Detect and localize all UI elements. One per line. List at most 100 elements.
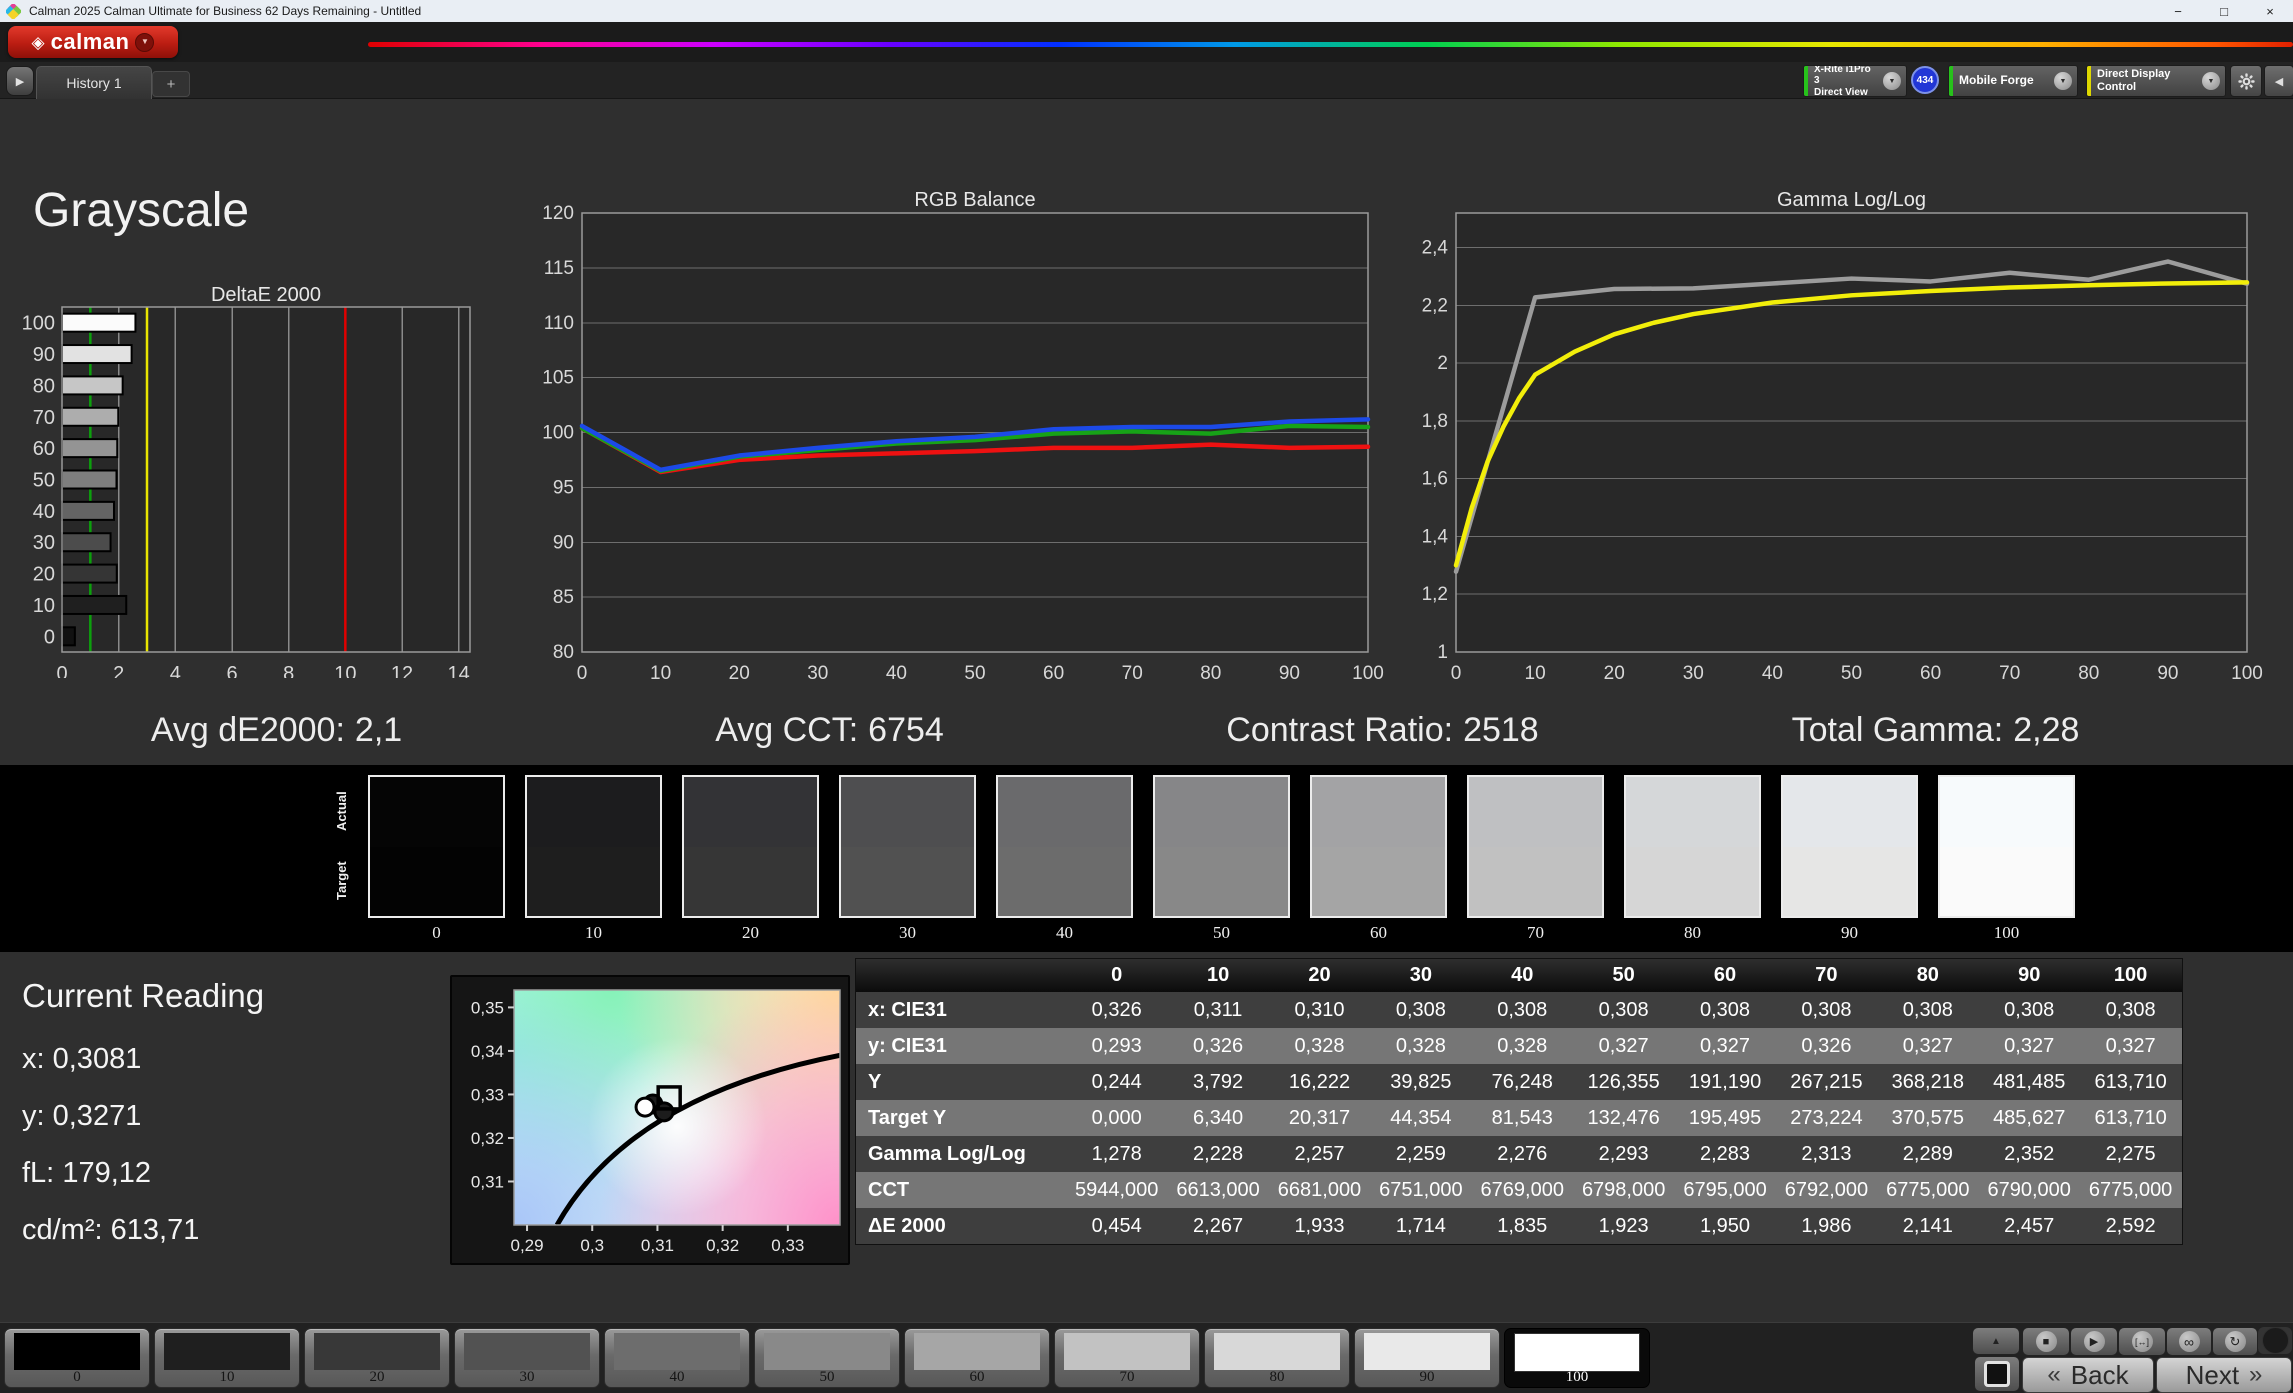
meter-dropdown[interactable]: X-Rite i1Pro 3 Direct View ▼ bbox=[1803, 65, 1907, 97]
play-button[interactable]: ▶ bbox=[2070, 1327, 2118, 1356]
pattern-patch-button-20[interactable]: 20 bbox=[304, 1328, 450, 1388]
contrast-ratio-stat: Contrast Ratio: 2518 bbox=[1226, 710, 1539, 749]
next-button[interactable]: Next » bbox=[2156, 1357, 2292, 1393]
table-row: Target Y 0,000 6,340 20,317 44,354 81,543 132,… bbox=[856, 1100, 2182, 1136]
axis-tick-label: 60 bbox=[1920, 663, 1941, 684]
deltae-bar-90 bbox=[61, 344, 133, 365]
logo-dropdown-icon: ▼ bbox=[135, 32, 155, 52]
display-control-dropdown[interactable]: Direct Display Control ▼ bbox=[2086, 65, 2226, 97]
stop-icon: ■ bbox=[2042, 1335, 2050, 1348]
maximize-button[interactable]: □ bbox=[2201, 0, 2247, 22]
status-light-icon bbox=[2261, 1327, 2289, 1354]
table-cell: 0,326 bbox=[1193, 1034, 1244, 1057]
table-cell: 0,327 bbox=[1598, 1034, 1649, 1057]
axis-tick-label: 0,32 bbox=[706, 1236, 739, 1255]
close-button[interactable]: × bbox=[2247, 0, 2293, 22]
add-tab-button[interactable]: + bbox=[152, 71, 190, 97]
table-cell: 6790,000 bbox=[1987, 1178, 2071, 1201]
table-cell: 0,308 bbox=[2004, 998, 2055, 1021]
patch-swatch bbox=[1364, 1333, 1490, 1370]
axis-tick-label: 2,4 bbox=[1422, 238, 1449, 259]
table-cell: 2,257 bbox=[1294, 1142, 1345, 1165]
pattern-source-dropdown[interactable]: Mobile Forge ▼ bbox=[1948, 65, 2078, 97]
axis-tick-label: 85 bbox=[553, 587, 574, 608]
swatch-actual bbox=[527, 777, 660, 847]
sidebar-expander-button[interactable]: ▶ bbox=[6, 66, 34, 96]
meter-name: X-Rite i1Pro 3 bbox=[1814, 65, 1871, 87]
table-col-header-80: 80 bbox=[1916, 964, 1939, 986]
continuous-measure-button[interactable]: ∞ bbox=[2166, 1327, 2212, 1356]
calman-menu-button[interactable]: ◈ calman ▼ bbox=[8, 26, 178, 58]
table-cell: 2,289 bbox=[1902, 1142, 1953, 1165]
settings-button[interactable] bbox=[2230, 65, 2262, 97]
patch-label: 80 bbox=[1269, 1369, 1285, 1385]
gray-swatch-70 bbox=[1467, 775, 1604, 918]
stop-button[interactable]: ■ bbox=[2022, 1327, 2070, 1356]
table-corner-cell bbox=[856, 959, 1066, 992]
panel-up-button[interactable]: ▲ bbox=[1972, 1327, 2020, 1355]
up-arrow-icon: ▲ bbox=[1991, 1335, 2001, 1347]
axis-tick-label: 20 bbox=[1604, 663, 1625, 684]
collapse-panel-button[interactable]: ◀ bbox=[2264, 65, 2293, 97]
refresh-icon: ↻ bbox=[2229, 1333, 2241, 1349]
swatch-actual bbox=[998, 777, 1131, 847]
pattern-patch-button-90[interactable]: 90 bbox=[1354, 1328, 1500, 1388]
pattern-patch-button-60[interactable]: 60 bbox=[904, 1328, 1050, 1388]
table-row: Gamma Log/Log 1,278 2,228 2,257 2,259 2,276 2,… bbox=[856, 1136, 2182, 1172]
table-col-header-90: 90 bbox=[2018, 964, 2041, 986]
pattern-bar: 0 10 20 30 40 50 60 70 80 90 100 ▲ ■ ▶ [↔] ∞ ↻ « B… bbox=[0, 1322, 2293, 1393]
table-cell: 0,293 bbox=[1091, 1034, 1142, 1057]
grayscale-swatch-strip: Actual Target 0 10 20 30 40 50 60 70 80 90 100 bbox=[0, 765, 2293, 952]
pattern-patch-button-10[interactable]: 10 bbox=[154, 1328, 300, 1388]
deltae-bar-60 bbox=[61, 438, 119, 459]
swatch-level-label: 20 bbox=[742, 923, 759, 942]
refresh-button[interactable]: ↻ bbox=[2212, 1327, 2258, 1356]
meter-status-accent bbox=[1804, 66, 1808, 96]
gray-swatch-0 bbox=[368, 775, 505, 918]
chevron-down-icon: ▼ bbox=[2054, 72, 2072, 90]
pattern-patch-button-80[interactable]: 80 bbox=[1204, 1328, 1350, 1388]
deltae-bar-80 bbox=[61, 375, 124, 396]
table-row: y: CIE31 0,293 0,326 0,328 0,328 0,328 0,327 0,… bbox=[856, 1028, 2182, 1064]
pattern-patch-button-100[interactable]: 100 bbox=[1504, 1328, 1650, 1388]
pattern-patch-button-0[interactable]: 0 bbox=[4, 1328, 150, 1388]
axis-tick-label: 1 bbox=[1437, 642, 1448, 663]
axis-tick-label: 0 bbox=[577, 663, 588, 684]
axis-tick-label: 70 bbox=[1122, 663, 1143, 684]
minimize-button[interactable]: − bbox=[2155, 0, 2201, 22]
table-cell: 1,933 bbox=[1294, 1214, 1345, 1237]
swatch-level-label: 80 bbox=[1684, 923, 1701, 942]
table-cell: 2,141 bbox=[1902, 1214, 1953, 1237]
axis-tick-label: 60 bbox=[33, 438, 55, 460]
pattern-patch-button-40[interactable]: 40 bbox=[604, 1328, 750, 1388]
axis-tick-label: 80 bbox=[553, 642, 574, 663]
cie-chart: 0,31 0,32 0,33 0,34 0,35 0,29 0,3 0,31 0,32 0,33 bbox=[450, 975, 850, 1265]
deltae-chart: DeltaE 2000 0 2 4 6 8 10 12 14 100 90 80 70 60 50 40 30… bbox=[20, 278, 490, 685]
pattern-window-button[interactable] bbox=[1974, 1356, 2020, 1392]
back-button[interactable]: « Back bbox=[2022, 1357, 2154, 1393]
cie-chart-svg: 0,31 0,32 0,33 0,34 0,35 0,29 0,3 0,31 0,32 0,33 bbox=[471, 989, 841, 1255]
table-cell: 76,248 bbox=[1491, 1070, 1553, 1093]
pattern-size-button[interactable]: [↔] bbox=[2118, 1327, 2166, 1356]
table-row-label: Y bbox=[868, 1070, 882, 1093]
patch-swatch bbox=[314, 1333, 440, 1370]
tab-history-1[interactable]: History 1 bbox=[36, 66, 152, 99]
swatch-level-label: 40 bbox=[1056, 923, 1073, 942]
swatch-actual bbox=[1312, 777, 1445, 847]
deltae-bar-100 bbox=[61, 312, 137, 333]
swatch-target bbox=[998, 846, 1131, 916]
pattern-patch-button-30[interactable]: 30 bbox=[454, 1328, 600, 1388]
axis-tick-label: 0,31 bbox=[471, 1172, 504, 1191]
table-cell: 0,327 bbox=[1902, 1034, 1953, 1057]
table-cell: 2,592 bbox=[2105, 1214, 2156, 1237]
app-icon bbox=[6, 3, 21, 19]
patch-label: 20 bbox=[369, 1369, 385, 1385]
table-row: Y 0,244 3,792 16,222 39,825 76,248 126,355 191,… bbox=[856, 1064, 2182, 1100]
gray-swatch-10 bbox=[525, 775, 662, 918]
axis-tick-label: 50 bbox=[1841, 663, 1862, 684]
pattern-patch-button-50[interactable]: 50 bbox=[754, 1328, 900, 1388]
table-col-header-60: 60 bbox=[1713, 964, 1737, 986]
table-cell: 39,825 bbox=[1390, 1070, 1452, 1093]
axis-tick-label: 30 bbox=[33, 532, 55, 554]
pattern-patch-button-70[interactable]: 70 bbox=[1054, 1328, 1200, 1388]
